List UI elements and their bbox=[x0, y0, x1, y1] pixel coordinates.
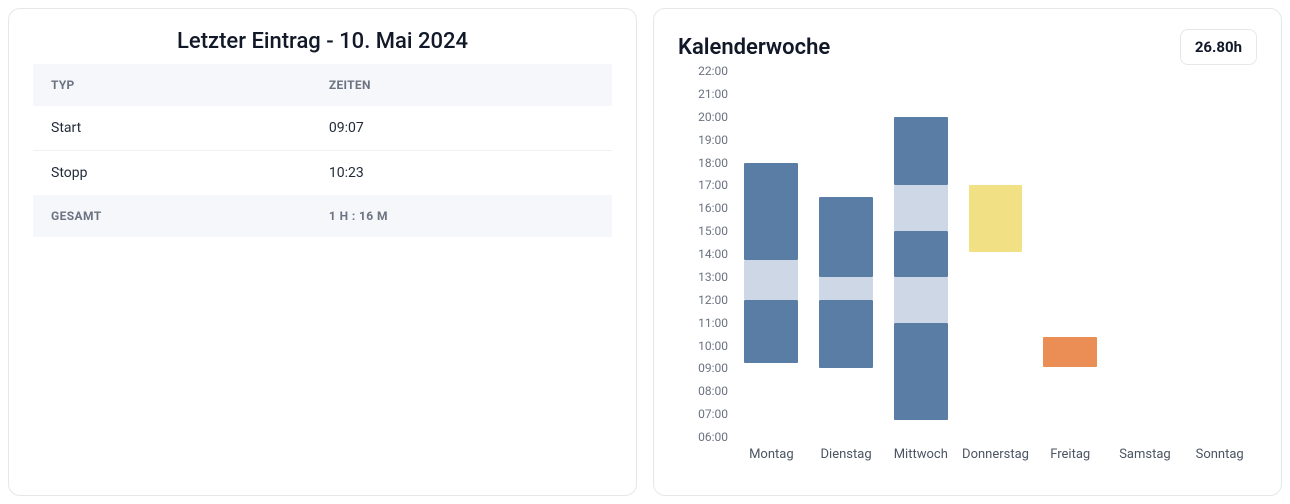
total-label: GESAMT bbox=[33, 195, 311, 237]
y-tick: 07:00 bbox=[698, 407, 728, 421]
chart-column bbox=[1182, 71, 1257, 437]
col-header-zeiten: ZEITEN bbox=[311, 64, 612, 106]
cell-zeit: 10:23 bbox=[311, 151, 612, 196]
last-entry-table: TYP ZEITEN Start09:07Stopp10:23 GESAMT 1… bbox=[33, 64, 612, 237]
total-value: 1 H : 16 M bbox=[311, 195, 612, 237]
chart-segment bbox=[744, 163, 798, 260]
chart-column bbox=[883, 71, 958, 437]
y-tick: 09:00 bbox=[698, 361, 728, 375]
y-tick: 10:00 bbox=[698, 339, 728, 353]
y-tick: 06:00 bbox=[698, 430, 728, 444]
y-tick: 17:00 bbox=[698, 178, 728, 192]
y-tick: 11:00 bbox=[698, 316, 728, 330]
x-label: Donnerstag bbox=[958, 437, 1033, 471]
x-label: Montag bbox=[734, 437, 809, 471]
chart-segment bbox=[894, 277, 948, 323]
chart-segment bbox=[969, 185, 1023, 251]
y-tick: 16:00 bbox=[698, 201, 728, 215]
y-tick: 08:00 bbox=[698, 384, 728, 398]
last-entry-title: Letzter Eintrag - 10. Mai 2024 bbox=[33, 29, 612, 54]
chart-yaxis: 06:00 07:00 08:00 09:00 10:00 11:00 12:00 13:00… bbox=[678, 71, 734, 471]
col-header-typ: TYP bbox=[33, 64, 311, 106]
x-label: Mittwoch bbox=[883, 437, 958, 471]
chart-segment bbox=[894, 231, 948, 277]
table-row: Start09:07 bbox=[33, 106, 612, 151]
calendar-week-card: Kalenderwoche 26.80h 06:00 07:00 08:00 09:0… bbox=[653, 8, 1282, 496]
chart-segment bbox=[894, 185, 948, 231]
chart-segment bbox=[819, 277, 873, 300]
chart-segment bbox=[1043, 337, 1097, 367]
chart-segment bbox=[894, 117, 948, 186]
y-tick: 13:00 bbox=[698, 270, 728, 284]
x-label: Freitag bbox=[1033, 437, 1108, 471]
table-row: Stopp10:23 bbox=[33, 151, 612, 196]
y-tick: 14:00 bbox=[698, 247, 728, 261]
x-label: Sonntag bbox=[1182, 437, 1257, 471]
chart-segment bbox=[894, 323, 948, 420]
chart-column bbox=[1108, 71, 1183, 437]
chart-column bbox=[809, 71, 884, 437]
x-label: Samstag bbox=[1108, 437, 1183, 471]
y-tick: 20:00 bbox=[698, 110, 728, 124]
chart-column bbox=[734, 71, 809, 437]
chart-segment bbox=[744, 300, 798, 363]
chart-plot bbox=[734, 71, 1257, 437]
y-tick: 19:00 bbox=[698, 133, 728, 147]
y-tick: 21:00 bbox=[698, 87, 728, 101]
chart-segment bbox=[819, 300, 873, 369]
chart-column bbox=[958, 71, 1033, 437]
chart-segment bbox=[819, 197, 873, 277]
last-entry-card: Letzter Eintrag - 10. Mai 2024 TYP ZEITE… bbox=[8, 8, 637, 496]
y-tick: 22:00 bbox=[698, 64, 728, 78]
week-title: Kalenderwoche bbox=[678, 35, 830, 60]
y-tick: 12:00 bbox=[698, 293, 728, 307]
chart-xaxis: MontagDienstagMittwochDonnerstagFreitagS… bbox=[734, 437, 1257, 471]
cell-zeit: 09:07 bbox=[311, 106, 612, 151]
x-label: Dienstag bbox=[809, 437, 884, 471]
cell-typ: Start bbox=[33, 106, 311, 151]
week-chart: 06:00 07:00 08:00 09:00 10:00 11:00 12:00 13:00… bbox=[678, 71, 1257, 471]
chart-column bbox=[1033, 71, 1108, 437]
cell-typ: Stopp bbox=[33, 151, 311, 196]
y-tick: 18:00 bbox=[698, 156, 728, 170]
chart-segment bbox=[744, 260, 798, 300]
y-tick: 15:00 bbox=[698, 224, 728, 238]
week-total-badge: 26.80h bbox=[1180, 29, 1257, 65]
